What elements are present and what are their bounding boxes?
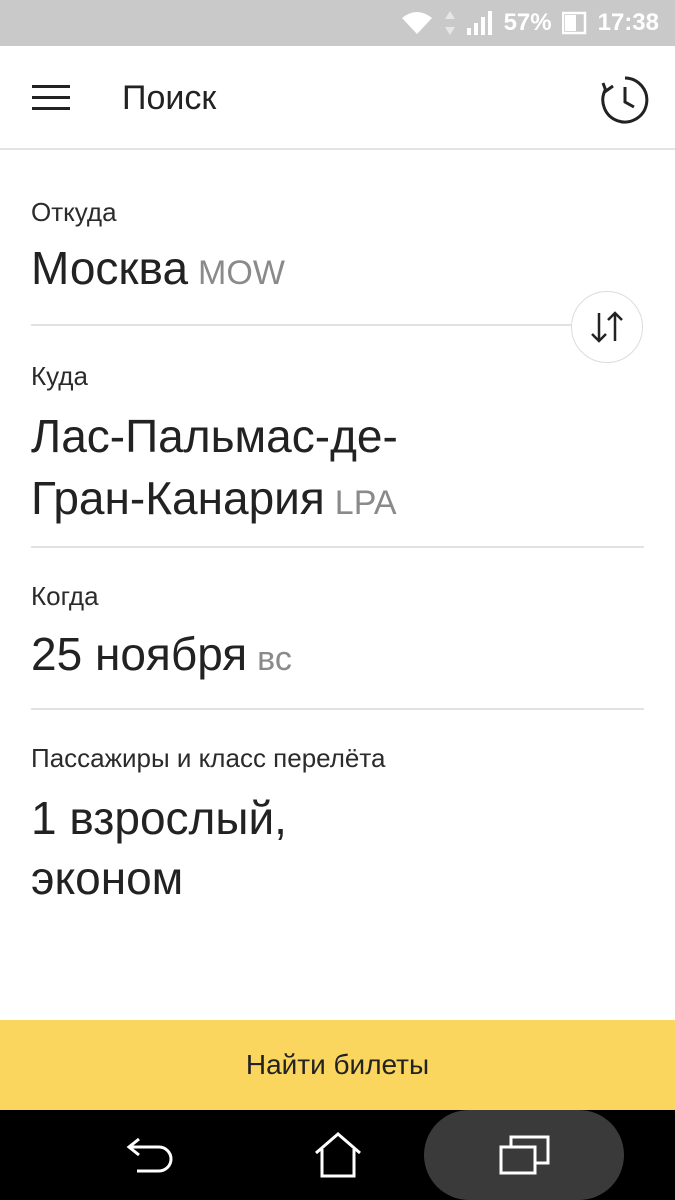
passengers-count: 1 взрослый,: [31, 792, 287, 844]
to-city: Гран-Канария: [31, 472, 325, 524]
battery-icon: [561, 10, 588, 36]
history-button[interactable]: [599, 74, 651, 126]
when-divider: [31, 708, 644, 710]
to-divider: [31, 546, 644, 548]
from-label: Откуда: [31, 197, 117, 227]
recents-icon: [499, 1135, 550, 1175]
signal-icon: [466, 10, 494, 36]
when-weekday: вс: [257, 640, 292, 678]
passengers-field[interactable]: Пассажиры и класс перелёта 1 взрослый, э…: [31, 742, 644, 906]
battery-percent: 57%: [503, 9, 552, 36]
swap-button[interactable]: [571, 291, 643, 363]
to-label: Куда: [31, 361, 88, 391]
to-value-line2: Гран-Канария LPA: [31, 470, 644, 531]
status-icons: 57% 17:38: [400, 0, 659, 46]
from-field[interactable]: Откуда Москва MOW: [31, 196, 644, 301]
from-value: Москва MOW: [31, 240, 644, 301]
when-field[interactable]: Когда 25 ноября вс: [31, 580, 644, 687]
to-value-line1: Лас-Пальмас-де-: [31, 410, 398, 462]
back-button[interactable]: [122, 1130, 178, 1180]
find-tickets-button[interactable]: Найти билеты: [0, 1020, 675, 1110]
status-bar: 57% 17:38: [0, 0, 675, 46]
data-arrows-icon: [444, 9, 456, 37]
passengers-label: Пассажиры и класс перелёта: [31, 743, 386, 773]
menu-button[interactable]: [24, 76, 80, 120]
passengers-class: эконом: [31, 852, 184, 904]
to-field[interactable]: Куда Лас-Пальмас-де- Гран-Канария LPA: [31, 360, 644, 531]
from-divider: [31, 324, 571, 326]
home-icon: [315, 1132, 361, 1178]
from-code: MOW: [198, 254, 285, 292]
when-label: Когда: [31, 581, 99, 611]
hamburger-menu-icon: [32, 85, 70, 110]
recents-button[interactable]: [497, 1130, 553, 1180]
history-clock-icon: [601, 76, 649, 124]
page-title: Поиск: [122, 79, 217, 117]
home-button[interactable]: [310, 1130, 366, 1180]
when-date: 25 ноября: [31, 628, 248, 680]
wifi-icon: [400, 10, 434, 36]
clock-time: 17:38: [597, 9, 659, 36]
back-icon: [126, 1137, 173, 1173]
when-value: 25 ноября вс: [31, 626, 644, 687]
app-bar: Поиск: [0, 46, 675, 150]
swap-arrows-icon: [591, 311, 623, 343]
from-city: Москва: [31, 242, 189, 294]
to-code: LPA: [334, 484, 397, 522]
